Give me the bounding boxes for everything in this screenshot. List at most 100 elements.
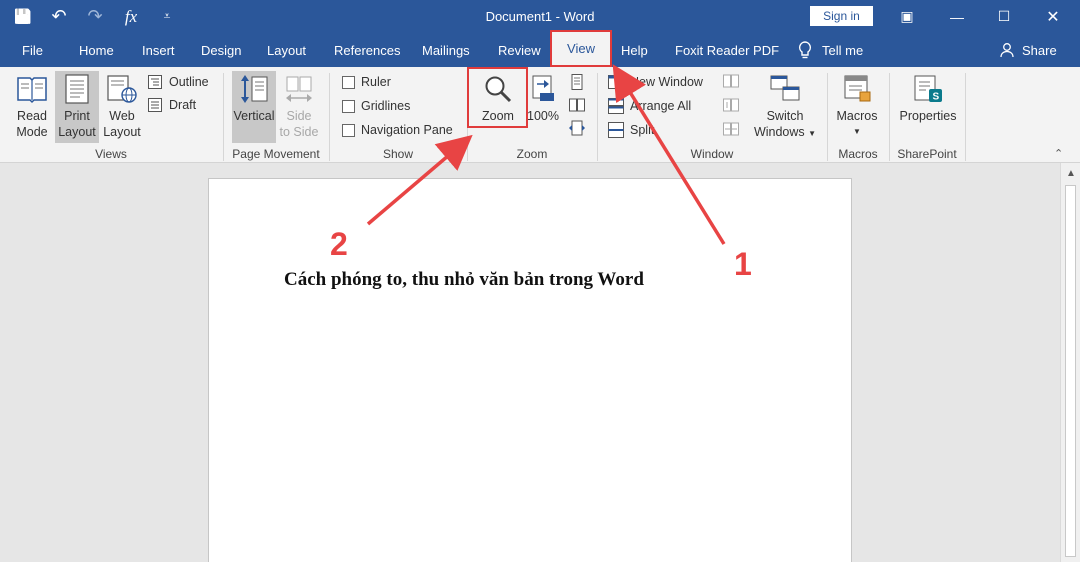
side-to-side-label-1: Side <box>286 109 312 123</box>
tab-mailings[interactable]: Mailings <box>422 33 470 67</box>
one-page-icon[interactable] <box>569 74 585 90</box>
page-width-icon[interactable] <box>569 120 585 136</box>
sign-in-button[interactable]: Sign in <box>810 6 873 26</box>
customize-qat-icon[interactable]: ⩡ <box>156 6 178 28</box>
split-button[interactable]: Split <box>608 120 654 140</box>
split-icon <box>608 122 624 138</box>
print-layout-button[interactable]: Print Layout <box>55 71 99 143</box>
ruler-check[interactable] <box>342 75 355 89</box>
globe-page-icon <box>106 73 138 105</box>
side-to-side-icon <box>283 73 315 105</box>
navigation-pane-checkbox[interactable]: Navigation Pane <box>342 120 453 140</box>
draft-label: Draft <box>169 98 197 112</box>
redo-icon[interactable]: ↷ <box>84 6 106 28</box>
arrange-all-button[interactable]: Arrange All <box>608 96 691 116</box>
lightbulb-icon <box>798 41 812 59</box>
synchronous-scrolling-icon[interactable] <box>723 97 739 113</box>
macros-dropdown-icon: ▼ <box>853 127 861 136</box>
macros-label: Macros <box>836 109 878 123</box>
view-side-by-side-icon[interactable] <box>723 73 739 89</box>
page-movement-group-label: Page Movement <box>232 147 320 161</box>
print-layout-label-2: Layout <box>58 125 96 139</box>
views-group-label: Views <box>95 147 127 161</box>
share-label: Share <box>1022 42 1057 58</box>
new-window-button[interactable]: New Window <box>608 72 703 92</box>
web-layout-button[interactable]: Web Layout <box>100 73 144 140</box>
maximize-icon[interactable]: ☐ <box>981 0 1027 33</box>
share-button[interactable]: Share <box>1000 33 1057 67</box>
tab-insert[interactable]: Insert <box>142 33 175 67</box>
close-icon[interactable]: ✕ <box>1030 0 1076 33</box>
switch-windows-label-1: Switch <box>766 109 804 123</box>
navigation-pane-check[interactable] <box>342 123 355 137</box>
gridlines-check[interactable] <box>342 99 355 113</box>
document-page[interactable]: Cách phóng to, thu nhỏ văn bản trong Wor… <box>208 178 852 562</box>
tab-foxit-reader-pdf[interactable]: Foxit Reader PDF <box>675 33 779 67</box>
sharepoint-properties-icon: S <box>912 73 944 105</box>
save-icon[interactable]: 💾 <box>12 6 34 28</box>
tab-help[interactable]: Help <box>621 33 648 67</box>
hundred-percent-button[interactable]: 100% <box>526 73 560 124</box>
tab-home[interactable]: Home <box>79 33 114 67</box>
ruler-checkbox[interactable]: Ruler <box>342 72 391 92</box>
hundred-percent-icon <box>527 73 559 105</box>
switch-windows-icon <box>769 73 801 105</box>
web-layout-label-1: Web <box>109 109 135 123</box>
ribbon-view: Read Mode Print Layout Web Layout Outlin… <box>0 67 1080 163</box>
scroll-up-icon[interactable]: ▲ <box>1061 165 1080 181</box>
arrange-all-label: Arrange All <box>630 99 692 113</box>
macros-button[interactable]: Macros ▼ <box>832 73 882 140</box>
dropdown-arrow-icon: ▼ <box>808 129 817 138</box>
sharepoint-group-label: SharePoint <box>897 147 957 161</box>
document-area[interactable]: Cách phóng to, thu nhỏ văn bản trong Wor… <box>0 163 1060 562</box>
reset-window-position-icon[interactable] <box>723 121 739 137</box>
vertical-label: Vertical <box>233 109 275 123</box>
ribbon-display-options-icon[interactable]: ▣ <box>884 0 930 33</box>
arrange-all-icon <box>608 98 624 114</box>
tab-review[interactable]: Review <box>498 33 541 67</box>
minimize-icon[interactable]: — <box>934 0 980 33</box>
outline-button[interactable]: Outline <box>147 72 209 92</box>
split-label: Split <box>630 123 655 137</box>
outline-icon <box>147 74 163 90</box>
print-layout-label-1: Print <box>64 109 90 123</box>
read-mode-label-2: Mode <box>16 125 48 139</box>
page-icon <box>61 73 93 105</box>
properties-button[interactable]: S Properties <box>894 73 962 124</box>
switch-windows-button[interactable]: Switch Windows ▼ <box>750 73 820 142</box>
collapse-ribbon-icon[interactable]: ⌃ <box>1054 147 1063 160</box>
book-icon <box>16 73 48 105</box>
annotation-number-1: 1 <box>734 246 752 282</box>
tab-layout[interactable]: Layout <box>267 33 306 67</box>
draft-icon <box>147 97 163 113</box>
tab-file[interactable]: File <box>22 33 43 67</box>
scrollbar-thumb[interactable] <box>1065 185 1076 557</box>
zoom-highlight-box <box>467 67 528 128</box>
tell-me-search[interactable]: Tell me <box>798 33 863 67</box>
show-group-label: Show <box>382 147 414 161</box>
hundred-percent-label: 100% <box>527 109 559 123</box>
function-icon[interactable]: fx <box>120 6 142 28</box>
ribbon-tab-bar: File Home Insert Design Layout Reference… <box>0 30 1080 67</box>
window-group-label: Window <box>690 147 734 161</box>
gridlines-checkbox[interactable]: Gridlines <box>342 96 410 116</box>
person-icon <box>1000 43 1014 58</box>
vertical-scrollbar[interactable]: ▲ <box>1060 163 1080 562</box>
tab-references[interactable]: References <box>334 33 400 67</box>
undo-icon[interactable]: ↶ <box>48 6 70 28</box>
draft-button[interactable]: Draft <box>147 95 196 115</box>
multiple-pages-icon[interactable] <box>569 97 585 113</box>
vertical-button[interactable]: Vertical <box>232 71 276 143</box>
new-window-label: New Window <box>630 75 703 89</box>
tab-view[interactable]: View <box>550 30 612 67</box>
annotation-number-2: 2 <box>330 226 348 262</box>
outline-label: Outline <box>169 75 209 89</box>
read-mode-label-1: Read <box>17 109 47 123</box>
macros-group-label: Macros <box>838 147 878 161</box>
side-to-side-button[interactable]: Side to Side <box>278 73 320 140</box>
web-layout-label-2: Layout <box>103 125 141 139</box>
document-text[interactable]: Cách phóng to, thu nhỏ văn bản trong Wor… <box>284 269 644 291</box>
tab-design[interactable]: Design <box>201 33 241 67</box>
read-mode-button[interactable]: Read Mode <box>10 73 54 140</box>
title-bar: 💾 ↶ ↷ fx ⩡ Document1 - Word Sign in ▣ — … <box>0 0 1080 33</box>
